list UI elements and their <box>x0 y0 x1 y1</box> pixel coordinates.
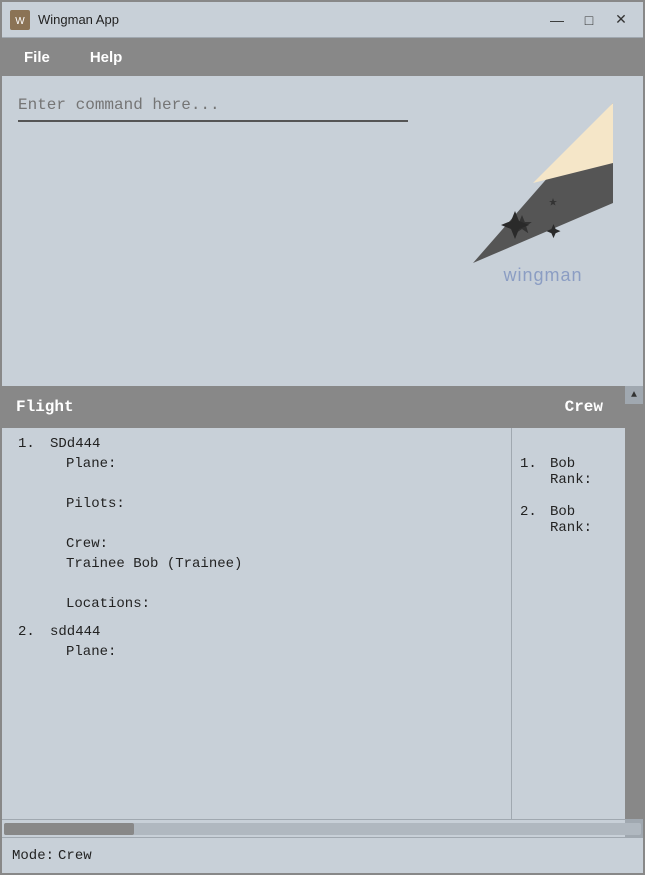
flight-1-num: 1. <box>18 436 42 452</box>
logo-text-plain: wing <box>503 265 544 285</box>
flight-1-locations-label: Locations: <box>18 596 495 612</box>
command-input[interactable] <box>18 92 438 118</box>
crew-2-name: Bob <box>550 504 592 520</box>
flight-1-crew-label: Crew: <box>18 536 495 552</box>
table-section: Flight Crew 1. SDd444 Plane: Pilots: Cre… <box>2 386 643 837</box>
flight-1-header: 1. SDd444 <box>18 436 495 452</box>
crew-2-num: 2. <box>520 504 544 536</box>
crew-entry-1: 1. Bob Rank: <box>520 456 635 488</box>
svg-text:W: W <box>15 16 25 27</box>
minimize-button[interactable]: — <box>543 9 571 31</box>
command-area: wingman <box>2 76 643 386</box>
h-scroll-thumb[interactable] <box>4 823 134 835</box>
status-value: Crew <box>58 848 92 864</box>
crew-2-rank: Rank: <box>550 520 592 536</box>
flight-2-plane: Plane: <box>18 644 495 660</box>
crew-1-name: Bob <box>550 456 592 472</box>
table-header: Flight Crew <box>2 386 643 428</box>
content-area: 1. SDd444 Plane: Pilots: Crew: Trainee B… <box>2 428 643 819</box>
flight-2-header: 2. sdd444 <box>18 624 495 640</box>
flight-1-pilots-label: Pilots: <box>18 496 495 512</box>
help-menu[interactable]: Help <box>72 43 141 72</box>
flight-entry-2: 2. sdd444 Plane: <box>18 624 495 660</box>
crew-panel[interactable]: 1. Bob Rank: 2. Bob Rank: <box>512 428 643 819</box>
crew-1-num: 1. <box>520 456 544 488</box>
header-crew: Crew <box>565 398 633 416</box>
flight-1-pilots-val <box>18 516 495 532</box>
right-scrollbar[interactable]: ▲ ▼ <box>625 428 643 819</box>
logo-text: wingman <box>503 265 582 286</box>
flight-2-num: 2. <box>18 624 42 640</box>
flight-1-id: SDd444 <box>50 436 100 452</box>
header-flight: Flight <box>12 398 565 416</box>
status-bar: Mode: Crew <box>2 837 643 873</box>
flight-entry-1: 1. SDd444 Plane: Pilots: Crew: Trainee B… <box>18 436 495 612</box>
file-menu[interactable]: File <box>6 43 68 72</box>
flight-panel[interactable]: 1. SDd444 Plane: Pilots: Crew: Trainee B… <box>2 428 512 819</box>
crew-2-info: Bob Rank: <box>550 504 592 536</box>
menu-bar: File Help <box>2 38 643 76</box>
title-bar: W Wingman App — □ ✕ <box>2 2 643 38</box>
flight-1-locations-val <box>18 576 495 592</box>
flight-1-pilots <box>18 476 495 492</box>
logo-text-accent: man <box>545 265 583 285</box>
window-title: Wingman App <box>38 12 543 27</box>
h-scroll-track <box>4 823 641 835</box>
crew-1-info: Bob Rank: <box>550 456 592 488</box>
app-icon: W <box>10 10 30 30</box>
logo-area: wingman <box>463 86 623 286</box>
logo-graphic <box>473 103 613 263</box>
app-window: W Wingman App — □ ✕ File Help <box>0 0 645 875</box>
status-label: Mode: <box>12 848 54 864</box>
command-underline <box>18 120 408 122</box>
crew-entry-2: 2. Bob Rank: <box>520 504 635 536</box>
flight-1-plane: Plane: <box>18 456 495 472</box>
close-button[interactable]: ✕ <box>607 9 635 31</box>
window-controls: — □ ✕ <box>543 9 635 31</box>
horizontal-scroll-bar[interactable] <box>2 819 643 837</box>
scroll-track <box>625 428 643 819</box>
flight-2-id: sdd444 <box>50 624 100 640</box>
crew-1-rank: Rank: <box>550 472 592 488</box>
maximize-button[interactable]: □ <box>575 9 603 31</box>
flight-1-crew-val: Trainee Bob (Trainee) <box>18 556 495 572</box>
